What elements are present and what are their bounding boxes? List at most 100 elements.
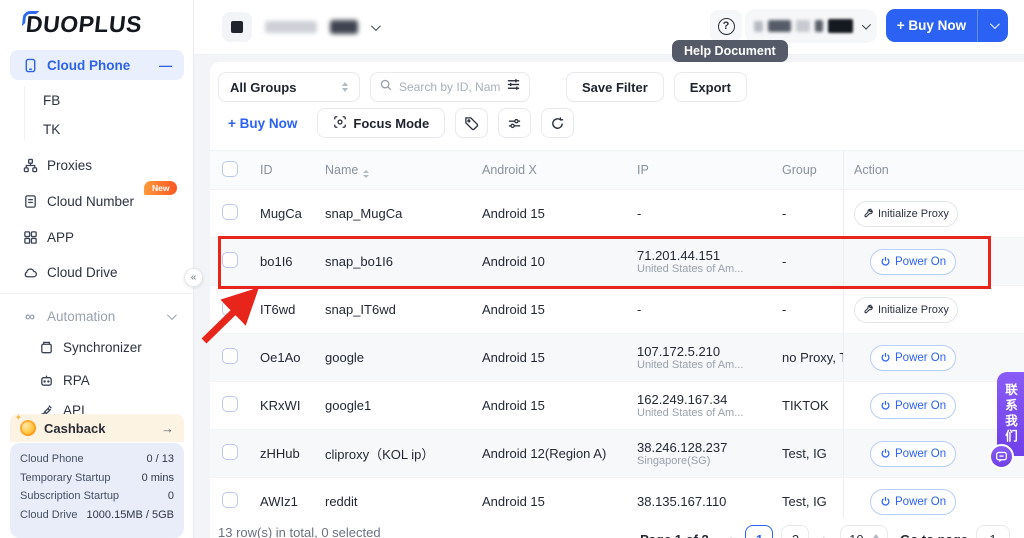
- row-checkbox[interactable]: [222, 444, 238, 460]
- page-info: Page 1 of 2: [640, 532, 709, 538]
- cell-name: cliproxy（KOL ip）: [325, 444, 482, 463]
- row-checkbox[interactable]: [222, 396, 238, 412]
- table-row[interactable]: Oe1Ao google Android 15 107.172.5.210Uni…: [210, 334, 1024, 382]
- cell-id: KRxWI: [260, 398, 325, 413]
- sidebar-item-cloud-drive[interactable]: Cloud Drive: [22, 260, 118, 284]
- cell-action: Power On···: [843, 334, 1024, 381]
- workspace-icon: [222, 12, 252, 42]
- cell-name: snap_MugCa: [325, 206, 482, 221]
- power-on-button[interactable]: Power On: [870, 441, 956, 467]
- account-menu[interactable]: [745, 9, 877, 43]
- tree-guide-line: [24, 86, 25, 140]
- next-page-button[interactable]: ›: [817, 531, 832, 538]
- row-checkbox[interactable]: [222, 204, 238, 220]
- cell-group: Test, IG: [782, 446, 843, 461]
- row-checkbox[interactable]: [222, 300, 238, 316]
- table-row[interactable]: KRxWI google1 Android 15 162.249.167.34U…: [210, 382, 1024, 430]
- automation-icon: ∞: [22, 308, 38, 324]
- table-row[interactable]: IT6wd snap_IT6wd Android 15 - - Initiali…: [210, 286, 1024, 334]
- cashback-banner[interactable]: Cashback →: [10, 414, 184, 442]
- stat-row: Temporary Startup0 mins: [20, 469, 174, 488]
- coin-icon: [20, 420, 36, 436]
- sidebar-item-fb[interactable]: FB: [43, 88, 60, 112]
- table-body: MugCa snap_MugCa Android 15 - - Initiali…: [210, 62, 1024, 538]
- stat-row: Cloud Drive1000.15MB / 5GB: [20, 506, 174, 525]
- cell-id: MugCa: [260, 206, 325, 221]
- cell-ip: -: [637, 206, 782, 221]
- page-button-2[interactable]: 2: [781, 525, 809, 538]
- topbar: ? + Buy Now: [194, 0, 1024, 55]
- cell-name: reddit: [325, 494, 482, 509]
- cell-group: no Proxy, Te: [782, 350, 843, 365]
- page-button-1[interactable]: 1: [745, 525, 773, 538]
- select-arrows-icon: [873, 534, 879, 538]
- sidebar-collapse-button[interactable]: «: [184, 268, 203, 287]
- cell-ip: 71.201.44.151United States of Am...: [637, 248, 782, 276]
- sidebar-item-tk[interactable]: TK: [43, 117, 60, 141]
- buy-now-label[interactable]: + Buy Now: [886, 18, 977, 33]
- table-row[interactable]: zHHub cliproxy（KOL ip） Android 12(Region…: [210, 430, 1024, 478]
- duoplus-logo: DUOPLUS: [25, 11, 144, 38]
- cell-ip: 38.135.167.110: [637, 494, 782, 509]
- cloud-number-icon: [22, 193, 38, 209]
- initialize-proxy-button[interactable]: Initialize Proxy: [854, 201, 958, 227]
- cell-action: Initialize Proxy···: [843, 190, 1024, 237]
- sidebar-item-rpa[interactable]: RPA: [38, 368, 90, 392]
- account-text-redacted: [796, 20, 809, 32]
- sidebar-item-synchronizer[interactable]: Synchronizer: [38, 335, 142, 359]
- cell-android: Android 15: [482, 398, 637, 413]
- collapse-group-icon[interactable]: —: [159, 58, 172, 73]
- sidebar-item-cloud-phone[interactable]: Cloud Phone —: [10, 50, 184, 80]
- cell-id: zHHub: [260, 446, 325, 461]
- goto-page-label: Go to page: [900, 532, 968, 538]
- goto-page-input[interactable]: 1: [976, 525, 1010, 538]
- table-row[interactable]: MugCa snap_MugCa Android 15 - - Initiali…: [210, 190, 1024, 238]
- cell-android: Android 12(Region A): [482, 446, 637, 461]
- table-footer: 13 row(s) in total, 0 selected Page 1 of…: [210, 518, 1024, 538]
- help-tooltip: Help Document: [672, 40, 788, 62]
- help-button[interactable]: ?: [710, 10, 742, 42]
- cell-action: Power On···: [843, 238, 1024, 285]
- quota-stats-panel: Cloud Phone0 / 13 Temporary Startup0 min…: [10, 443, 184, 538]
- sidebar-item-automation[interactable]: ∞ Automation: [22, 304, 174, 328]
- row-checkbox[interactable]: [222, 252, 238, 268]
- cell-id: bo1I6: [260, 254, 325, 269]
- buy-now-split-button[interactable]: + Buy Now: [886, 9, 1008, 42]
- workspace-switcher[interactable]: [222, 12, 378, 42]
- logo-text: UOPLUS: [42, 11, 144, 37]
- cell-name: google1: [325, 398, 482, 413]
- power-on-button[interactable]: Power On: [870, 249, 956, 275]
- chat-bubble-icon[interactable]: [989, 444, 1014, 469]
- buy-now-dropdown[interactable]: [978, 22, 1008, 29]
- cell-android: Android 15: [482, 494, 637, 509]
- main-panel: All Groups Save Filter Export + Buy Now …: [210, 62, 1024, 538]
- cell-ip: 38.246.128.237Singapore(SG): [637, 440, 782, 468]
- cell-id: Oe1Ao: [260, 350, 325, 365]
- sidebar-item-cloud-number[interactable]: Cloud Number New: [22, 189, 134, 213]
- arrow-right-icon: →: [161, 421, 174, 436]
- cell-id: AWIz1: [260, 494, 325, 509]
- cell-android: Android 15: [482, 302, 637, 317]
- table-row[interactable]: bo1I6 snap_bo1I6 Android 10 71.201.44.15…: [210, 238, 1024, 286]
- row-checkbox[interactable]: [222, 348, 238, 364]
- page-size-select[interactable]: 10: [840, 525, 888, 538]
- stat-row: Subscription Startup0: [20, 487, 174, 506]
- initialize-proxy-button[interactable]: Initialize Proxy: [854, 297, 958, 323]
- prev-page-button[interactable]: ‹: [723, 531, 738, 538]
- cell-group: -: [782, 206, 843, 221]
- cell-android: Android 15: [482, 350, 637, 365]
- chevron-down-icon: [167, 310, 177, 320]
- cell-group: -: [782, 302, 843, 317]
- row-checkbox[interactable]: [222, 492, 238, 508]
- power-on-button[interactable]: Power On: [870, 393, 956, 419]
- cell-android: Android 10: [482, 254, 637, 269]
- chevron-down-icon: [371, 21, 381, 31]
- cell-ip: -: [637, 302, 782, 317]
- sidebar: DUOPLUS Cloud Phone — FB TK Proxies Clou…: [0, 0, 194, 538]
- account-text-redacted: [815, 20, 823, 32]
- power-on-button[interactable]: Power On: [870, 345, 956, 371]
- power-on-button[interactable]: Power On: [870, 489, 956, 515]
- sidebar-item-proxies[interactable]: Proxies: [22, 153, 92, 177]
- sidebar-item-app[interactable]: APP: [22, 225, 74, 249]
- cloud-phone-icon: [22, 57, 38, 73]
